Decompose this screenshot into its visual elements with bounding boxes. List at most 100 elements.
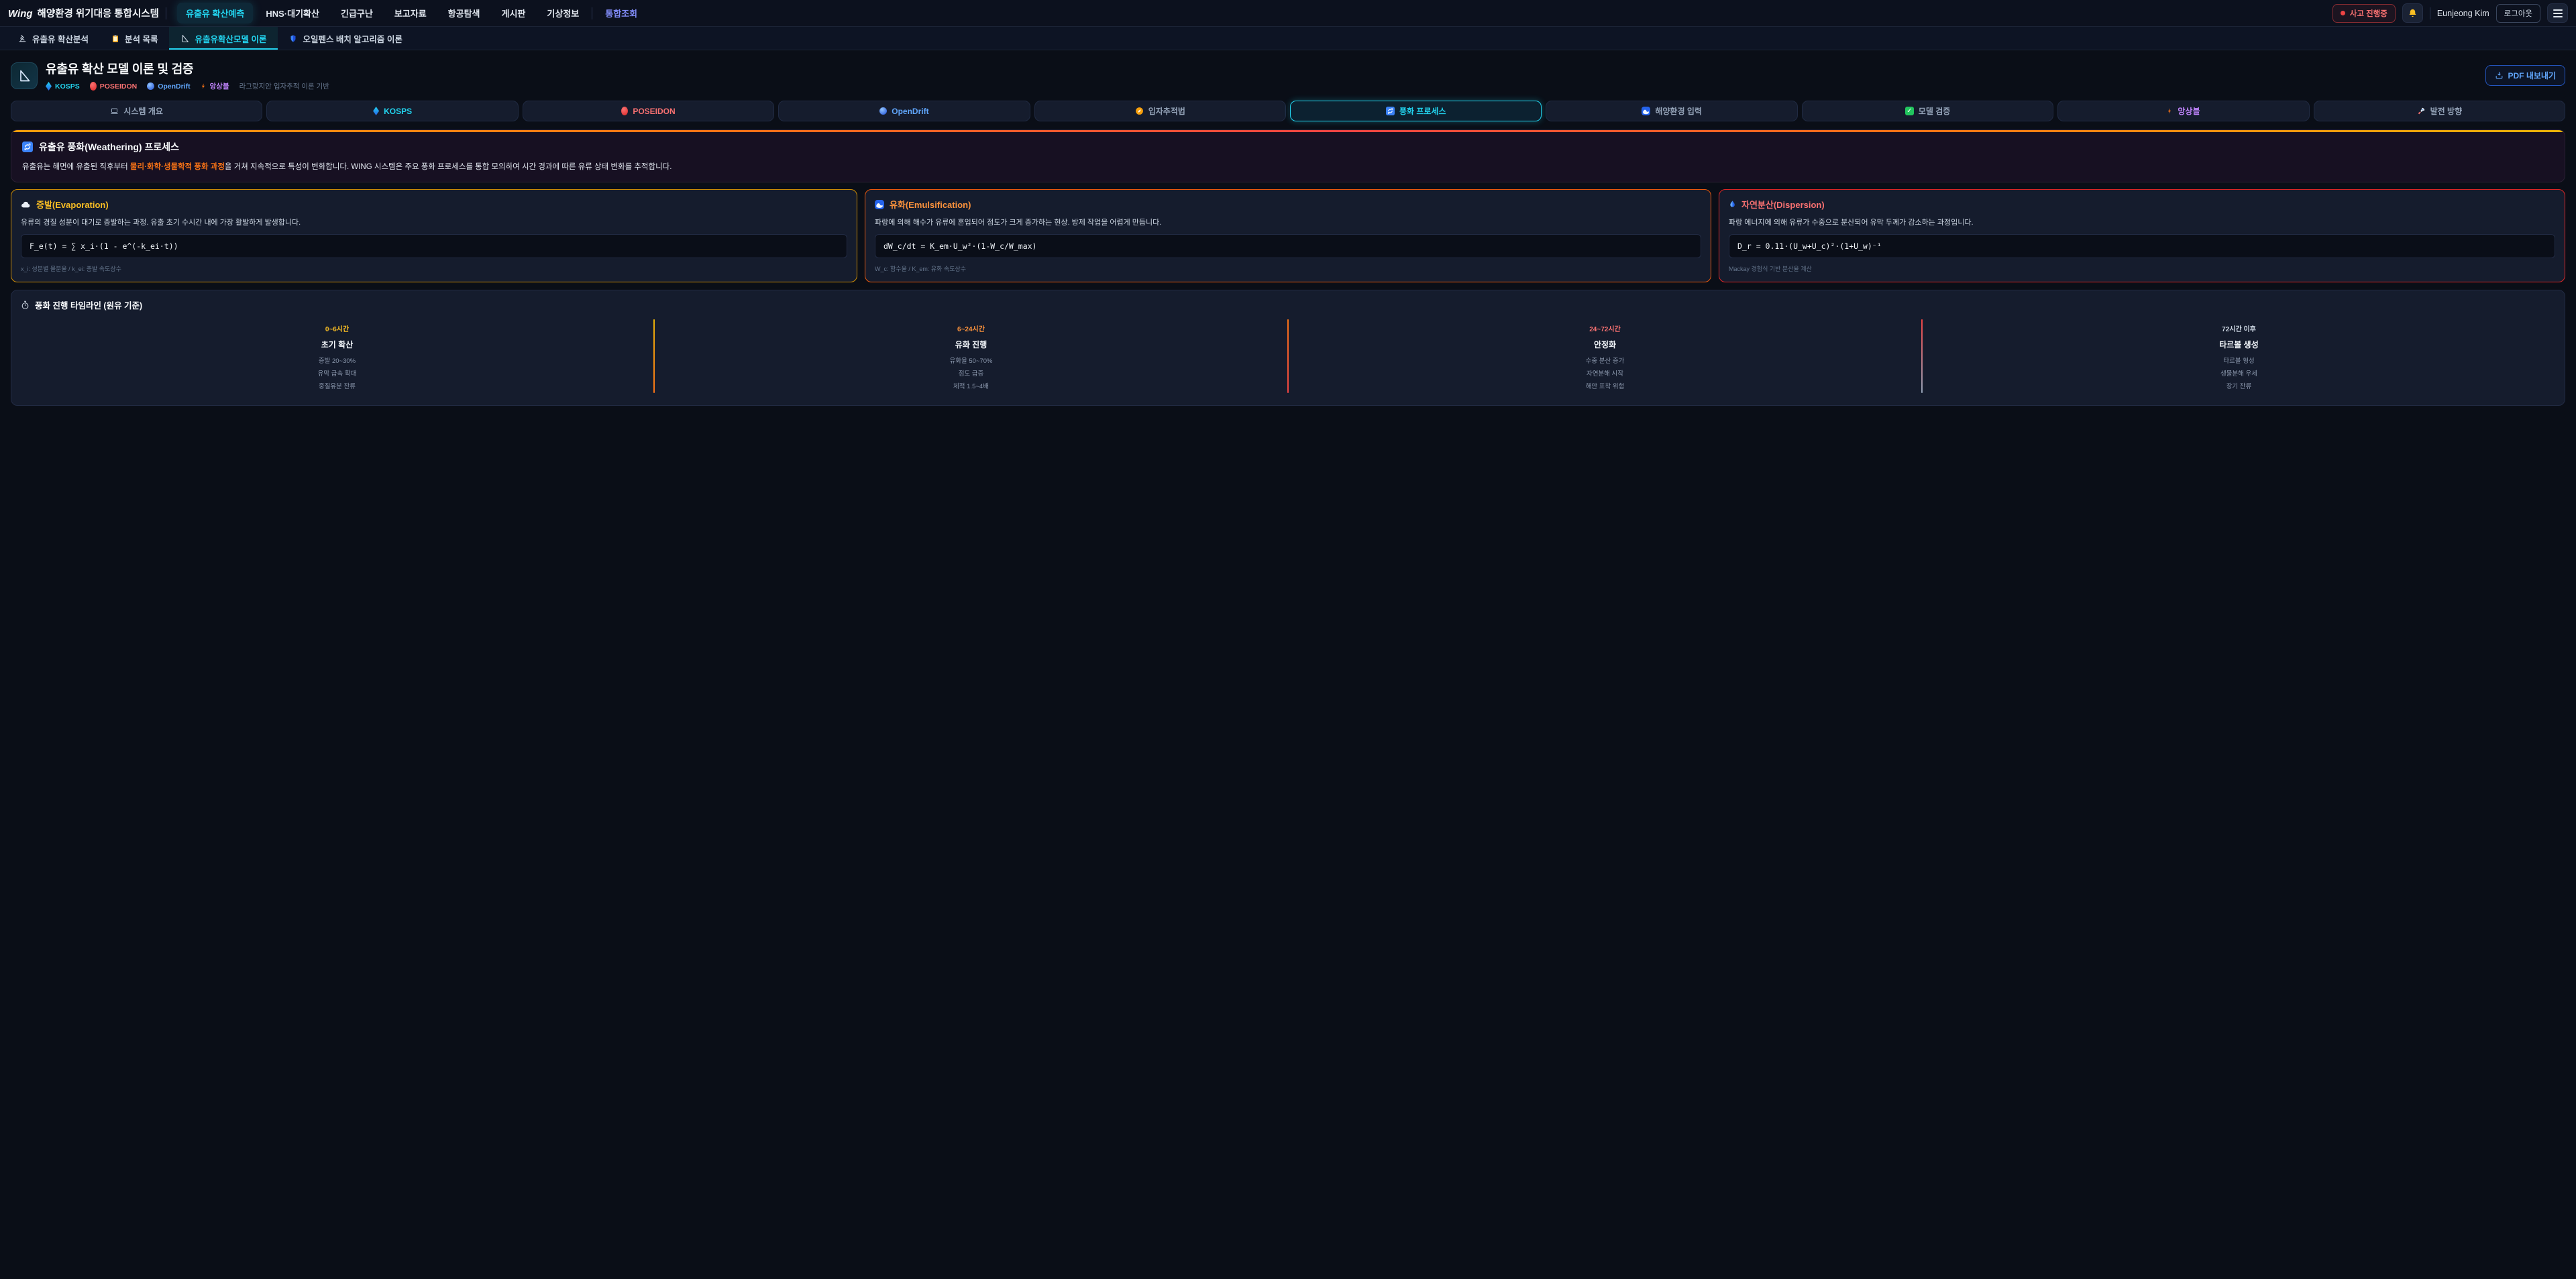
badge-opendrift: OpenDrift (147, 82, 190, 91)
formula-emulsification: dW_c/dt = K_em·U_w²·(1-W_c/W_max) (875, 234, 1701, 258)
process-cards: 증발(Evaporation) 유류의 경질 성분이 대기로 증발하는 과정. … (11, 189, 2565, 282)
user-name: Eunjeong Kim (2437, 9, 2489, 18)
subtab-label: 유출유 확산분석 (32, 32, 89, 45)
card-title: 증발(Evaporation) (21, 198, 847, 211)
check-icon: ✓ (1905, 107, 1914, 115)
weathering-timeline: 풍화 진행 타임라인 (원유 기준) 0~6시간 초기 확산 증발 20~30%… (11, 290, 2565, 406)
card-description: 파랑 에너지에 의해 유류가 수중으로 분산되어 유막 두께가 감소하는 과정입… (1729, 217, 2555, 227)
stage-detail: 유막 급속 확대 (25, 368, 649, 380)
tab-poseidon[interactable]: POSEIDON (523, 101, 774, 121)
top-bar: Wing 해양환경 위기대응 통합시스템 유출유 확산예측 HNS·대기확산 긴… (0, 0, 2576, 27)
tab-system-overview[interactable]: 시스템 개요 (11, 101, 262, 121)
compass-icon (1135, 107, 1144, 115)
nav-item-board[interactable]: 게시판 (493, 3, 535, 23)
stage-period: 6~24시간 (659, 323, 1283, 333)
stage-name: 초기 확산 (25, 339, 649, 350)
notifications-button[interactable] (2402, 3, 2423, 23)
tab-marine-environment-input[interactable]: 해양환경 입력 (1546, 101, 1797, 121)
banner-title: 유출유 풍화(Weathering) 프로세스 (22, 140, 2554, 154)
sub-tab-bar: 유출유 확산분석 분석 목록 유출유확산모델 이론 오일펜스 배치 알고리즘 이… (0, 27, 2576, 50)
page-title: 유출유 확산 모델 이론 및 검증 (46, 60, 329, 77)
timeline-stage-4: 72시간 이후 타르볼 생성 타르볼 형성 생물분해 우세 장기 잔류 (1923, 317, 2555, 396)
main-nav: 유출유 확산예측 HNS·대기확산 긴급구난 보고자료 항공탐색 게시판 기상정… (177, 3, 646, 23)
top-bar-right: 사고 진행중 Eunjeong Kim 로그아웃 (2332, 3, 2568, 23)
card-evaporation: 증발(Evaporation) 유류의 경질 성분이 대기로 증발하는 과정. … (11, 189, 857, 282)
subtab-label: 오일펜스 배치 알고리즘 이론 (303, 32, 402, 45)
tab-particle-tracking[interactable]: 입자추적법 (1034, 101, 1286, 121)
model-badges: KOSPS POSEIDON OpenDrift 앙상블 라그랑지안 입자추적 … (46, 81, 329, 91)
droplet-icon (1729, 200, 1736, 209)
tab-ensemble[interactable]: 앙상블 (2057, 101, 2309, 121)
subtab-label: 분석 목록 (125, 32, 158, 45)
stage-detail: 장기 잔류 (1927, 380, 2551, 393)
refresh-icon (1386, 107, 1395, 115)
page-icon (11, 62, 38, 89)
badge-ensemble: 앙상블 (201, 81, 229, 91)
tab-future-direction[interactable]: 발전 방향 (2314, 101, 2565, 121)
lightning-icon (2167, 107, 2173, 115)
bell-icon (2408, 8, 2418, 18)
subtab-oilfence-algorithm[interactable]: 오일펜스 배치 알고리즘 이론 (278, 27, 413, 50)
stage-period: 0~6시간 (25, 323, 649, 333)
formula-note: Mackay 경험식 기반 분산율 계산 (1729, 264, 2555, 273)
stage-detail: 자연분해 시작 (1293, 368, 1917, 380)
stage-detail: 타르볼 형성 (1927, 355, 2551, 368)
weathering-banner: 유출유 풍화(Weathering) 프로세스 유출유는 해면에 유출된 직후부… (11, 129, 2565, 182)
menu-button[interactable] (2547, 3, 2568, 23)
nav-item-emergency-rescue[interactable]: 긴급구난 (332, 3, 382, 23)
refresh-icon (22, 142, 33, 152)
nav-item-hns-diffusion[interactable]: HNS·대기확산 (257, 3, 328, 23)
tab-model-validation[interactable]: ✓ 모델 검증 (1802, 101, 2053, 121)
formula-dispersion: D_r = 0.11·(U_w+U_c)²·(1+U_w)⁻¹ (1729, 234, 2555, 258)
tab-weathering-process[interactable]: 풍화 프로세스 (1290, 101, 1542, 121)
lightning-icon (201, 82, 207, 91)
wave-icon (1642, 107, 1650, 115)
pdf-download-icon (2495, 71, 2504, 80)
subtab-analysis-list[interactable]: 분석 목록 (100, 27, 169, 50)
clipboard-icon (111, 34, 119, 43)
banner-description: 유출유는 해면에 유출된 직후부터 물리·화학·생물학적 풍화 과정을 거쳐 지… (22, 161, 2554, 172)
stage-name: 안정화 (1293, 339, 1917, 350)
nav-item-reports[interactable]: 보고자료 (386, 3, 435, 23)
stage-detail: 유화율 50~70% (659, 355, 1283, 368)
logout-button[interactable]: 로그아웃 (2496, 4, 2540, 23)
badge-kosps: KOSPS (46, 82, 80, 91)
blue-diamond-icon (46, 82, 52, 91)
stage-detail: 수중 분산 증가 (1293, 355, 1917, 368)
formula-note: x_i: 성분별 몰분율 / k_ei: 증발 속도상수 (21, 264, 847, 273)
tab-opendrift[interactable]: OpenDrift (778, 101, 1030, 121)
card-description: 유류의 경질 성분이 대기로 증발하는 과정. 유출 초기 수시간 내에 가장 … (21, 217, 847, 227)
incident-status-badge: 사고 진행중 (2332, 4, 2396, 23)
brand: Wing 해양환경 위기대응 통합시스템 (8, 6, 159, 20)
incident-status-label: 사고 진행중 (2350, 8, 2387, 19)
timeline-stage-1: 0~6시간 초기 확산 증발 20~30% 유막 급속 확대 중질유분 잔류 (21, 317, 653, 396)
page-title-block: 유출유 확산 모델 이론 및 검증 KOSPS POSEIDON OpenDri… (46, 60, 329, 91)
stage-period: 72시간 이후 (1927, 323, 2551, 333)
wave-icon (875, 200, 884, 209)
pdf-export-button[interactable]: PDF 내보내기 (2485, 65, 2566, 86)
cloud-icon (21, 201, 31, 209)
badge-poseidon: POSEIDON (90, 82, 137, 91)
subtab-spill-analysis[interactable]: 유출유 확산분석 (7, 27, 100, 50)
formula-evaporation: F_e(t) = ∑ x_i·(1 - e^(-k_ei·t)) (21, 234, 847, 258)
card-title: 자연분산(Dispersion) (1729, 198, 2555, 211)
hamburger-icon (2553, 9, 2563, 17)
microscope-icon (18, 34, 27, 43)
triangle-ruler-icon (180, 34, 189, 43)
nav-item-aerial-search[interactable]: 항공탐색 (439, 3, 489, 23)
nav-item-weather-info[interactable]: 기상정보 (538, 3, 588, 23)
formula-note: W_c: 함수율 / K_em: 유화 속도상수 (875, 264, 1701, 273)
nav-item-integrated-search[interactable]: 통합조회 (596, 3, 646, 23)
tab-kosps[interactable]: KOSPS (266, 101, 518, 121)
alert-dot-icon (2341, 11, 2345, 15)
timeline-grid: 0~6시간 초기 확산 증발 20~30% 유막 급속 확대 중질유분 잔류 6… (21, 317, 2555, 396)
stage-detail: 증발 20~30% (25, 355, 649, 368)
blue-diamond-icon (373, 107, 379, 115)
stopwatch-icon (21, 300, 30, 310)
subtab-label: 유출유확산모델 이론 (195, 32, 266, 45)
section-tab-strip: 시스템 개요 KOSPS POSEIDON OpenDrift 입자추적법 풍화… (0, 98, 2576, 121)
stage-period: 24~72시간 (1293, 323, 1917, 333)
stage-detail: 생물분해 우세 (1927, 368, 2551, 380)
nav-item-oil-spill-forecast[interactable]: 유출유 확산예측 (177, 3, 253, 23)
subtab-model-theory[interactable]: 유출유확산모델 이론 (169, 27, 278, 50)
